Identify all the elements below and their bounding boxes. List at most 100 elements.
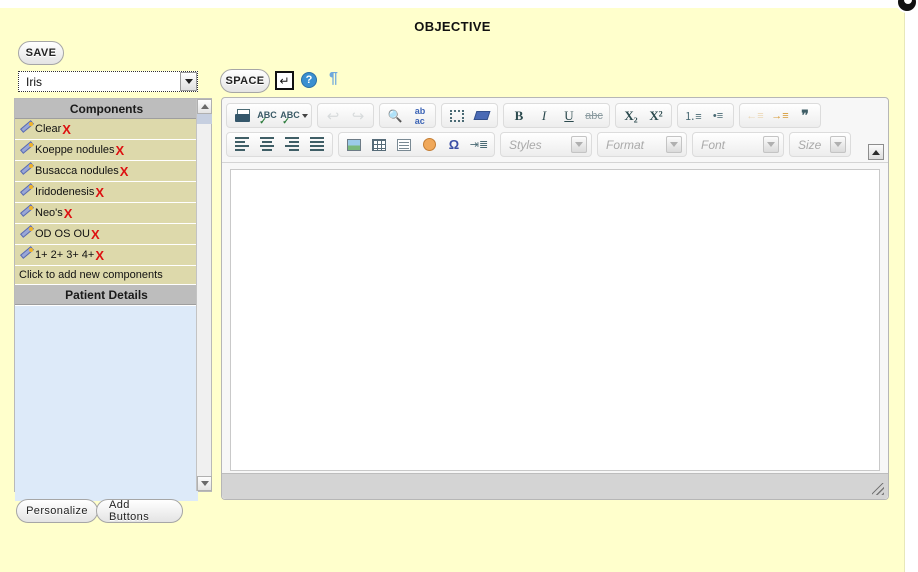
chevron-down-icon[interactable] [830,136,846,153]
blockquote-icon[interactable]: ❞ [793,105,817,126]
component-row[interactable]: Clear X [15,119,198,140]
undo-icon[interactable]: ↩ [321,105,345,126]
delete-icon[interactable]: X [95,245,104,265]
delete-icon[interactable]: X [64,203,73,223]
delete-icon[interactable]: X [120,161,129,181]
format-dropdown-label: Format [606,137,645,152]
special-character-icon[interactable]: Ω [442,134,466,155]
spellcheck-menu-icon[interactable]: ABC [280,105,308,126]
toolbar-row-1: ABC ABC ↩ ↪ 🔍 abac B I U abc [226,102,884,129]
size-dropdown[interactable]: Size [789,132,851,157]
delete-icon[interactable]: X [95,182,104,202]
components-list: Components Clear X Koeppe nodules X Busa… [15,99,198,501]
space-button[interactable]: SPACE [220,69,270,93]
right-gutter [905,0,918,572]
redo-icon[interactable]: ↪ [346,105,370,126]
components-scrollbar[interactable] [196,99,212,491]
personalize-button[interactable]: Personalize [16,499,98,523]
component-label: Koeppe nodules [35,143,115,156]
toolbar-group-align [226,132,333,157]
toolbar-group-basic-styles: B I U abc [503,103,610,128]
component-row[interactable]: Iridodenesis X [15,182,198,203]
underline-icon[interactable]: U [557,105,581,126]
help-icon[interactable]: ? [301,72,317,88]
toolbar-group-document: ABC ABC [226,103,312,128]
components-header: Components [15,99,198,119]
italic-icon[interactable]: I [532,105,556,126]
subscript-icon[interactable]: X₂ [619,105,643,126]
toolbar-group-insert: Ω ⇥≣ [338,132,495,157]
find-icon[interactable]: 🔍 [383,105,407,126]
styles-dropdown[interactable]: Styles [500,132,592,157]
editor-toolbar: ABC ABC ↩ ↪ 🔍 abac B I U abc [222,98,888,163]
toolbar-row-2: Ω ⇥≣ Styles Format Font Size [226,131,884,158]
align-right-icon[interactable] [280,134,304,155]
scroll-down-button[interactable] [197,476,212,491]
editor-status-bar [222,473,888,499]
strikethrough-icon[interactable]: abc [582,105,606,126]
component-row[interactable]: 1+ 2+ 3+ 4+ X [15,245,198,266]
component-row[interactable]: OD OS OU X [15,224,198,245]
pencil-icon[interactable] [19,164,33,178]
smiley-icon[interactable] [417,134,441,155]
horizontal-rule-icon[interactable] [392,134,416,155]
page-title: OBJECTIVE [414,19,491,34]
add-new-component-row[interactable]: Click to add new components [15,266,198,285]
table-icon[interactable] [367,134,391,155]
toolbar-collapse-button[interactable] [868,144,884,160]
bold-icon[interactable]: B [507,105,531,126]
component-label: 1+ 2+ 3+ 4+ [35,248,95,261]
scroll-up-button[interactable] [197,99,212,114]
toolbar-group-selection [441,103,498,128]
bulleted-list-icon[interactable]: •≡ [706,105,730,126]
editor-content-area[interactable] [230,169,880,471]
remove-format-icon[interactable] [470,105,494,126]
align-left-icon[interactable] [230,134,254,155]
superscript-icon[interactable]: X² [644,105,668,126]
component-row[interactable]: Neo's X [15,203,198,224]
pencil-icon[interactable] [19,206,33,220]
page-break-icon[interactable]: ⇥≣ [467,134,491,155]
justify-icon[interactable] [305,134,329,155]
print-icon[interactable] [230,105,254,126]
outdent-icon[interactable]: ←≡ [743,105,767,126]
enter-key-icon[interactable]: ↵ [275,71,294,90]
scrollbar-thumb[interactable] [197,114,212,124]
delete-icon[interactable]: X [116,140,125,160]
select-all-icon[interactable] [445,105,469,126]
align-center-icon[interactable] [255,134,279,155]
toolbar-group-search: 🔍 ab ac [379,103,436,128]
component-row[interactable]: Busacca nodules X [15,161,198,182]
delete-icon[interactable]: X [62,119,71,139]
font-dropdown[interactable]: Font [692,132,784,157]
resize-grip-handle[interactable] [872,483,884,495]
image-icon[interactable] [342,134,366,155]
component-select[interactable]: Iris [18,71,198,92]
replace-icon[interactable]: ab ac [408,105,432,126]
patient-details-body [15,305,198,501]
pencil-icon[interactable] [19,248,33,262]
toolbar-group-indent: ←≡ →≡ ❞ [739,103,821,128]
component-row[interactable]: Koeppe nodules X [15,140,198,161]
pencil-icon[interactable] [19,185,33,199]
add-buttons-button[interactable]: Add Buttons [96,499,183,523]
components-panel: Components Clear X Koeppe nodules X Busa… [14,98,212,501]
pencil-icon[interactable] [19,122,33,136]
chevron-down-icon[interactable] [666,136,682,153]
pencil-icon[interactable] [19,143,33,157]
chevron-down-icon[interactable] [571,136,587,153]
component-select-arrow-icon[interactable] [180,72,197,91]
numbered-list-icon[interactable]: ⒈≡ [681,105,705,126]
component-label: Neo's [35,206,63,219]
font-dropdown-label: Font [701,137,726,152]
pilcrow-icon[interactable]: ¶ [329,70,338,88]
spellcheck-icon[interactable]: ABC [255,105,279,127]
delete-icon[interactable]: X [91,224,100,244]
format-dropdown[interactable]: Format [597,132,687,157]
component-label: OD OS OU [35,227,91,240]
save-button[interactable]: SAVE [18,41,64,65]
indent-icon[interactable]: →≡ [768,105,792,126]
chevron-down-icon[interactable] [763,136,779,153]
pencil-icon[interactable] [19,227,33,241]
size-dropdown-label: Size [798,137,822,152]
